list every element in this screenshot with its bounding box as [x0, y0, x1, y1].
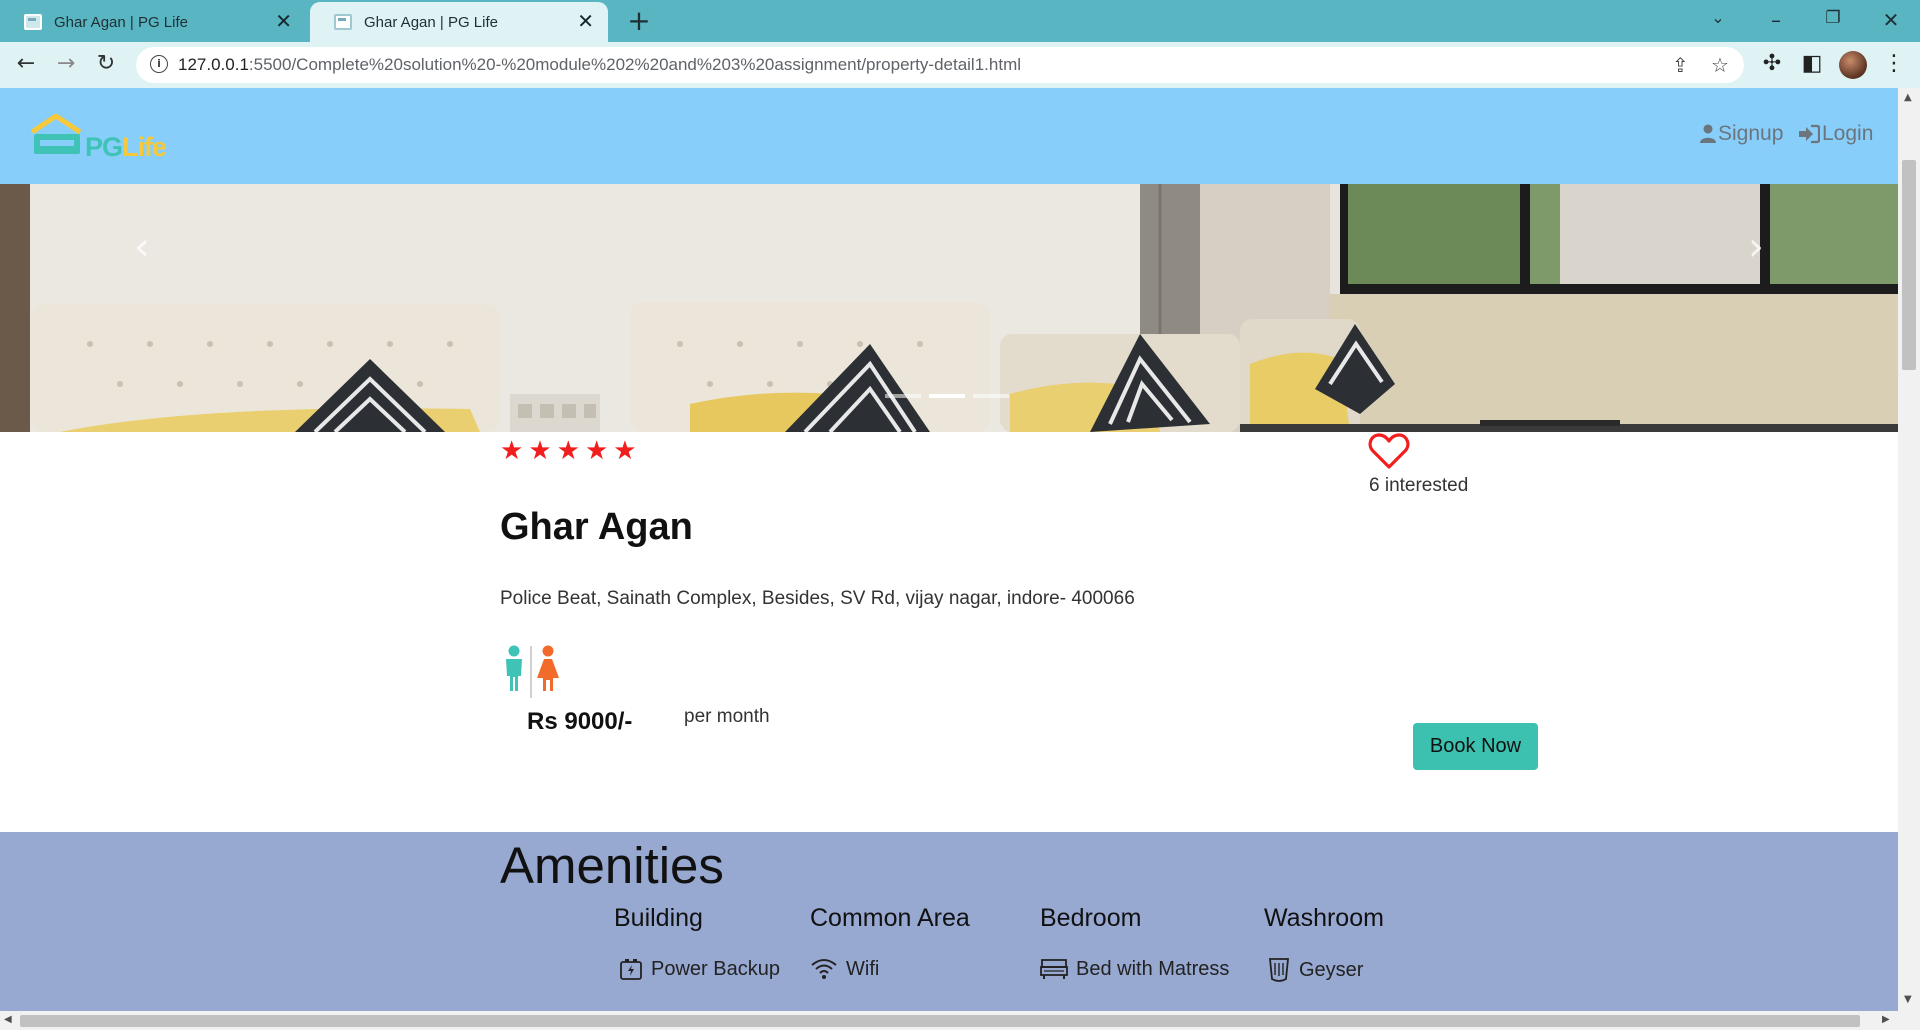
star-icon: ★: [613, 436, 637, 466]
scroll-left-arrow-icon[interactable]: ◀: [4, 1014, 12, 1025]
page-favicon-icon: [334, 14, 352, 30]
signup-link[interactable]: Signup: [1700, 122, 1783, 146]
power-backup-icon: [620, 959, 642, 980]
amenity-heading: Washroom: [1264, 904, 1384, 932]
tab-search-chevron-icon[interactable]: ⌄: [1698, 8, 1738, 27]
book-now-button[interactable]: Book Now: [1413, 723, 1538, 770]
rent-price: Rs 9000/-: [527, 708, 633, 735]
rent-period: per month: [684, 706, 770, 727]
star-icon: ★: [528, 436, 552, 466]
unisex-gender-icon: [500, 644, 562, 700]
amenity-column-bedroom: Bedroom Bed with Matress: [1040, 904, 1229, 981]
amenities-section: Amenities Building Power Backup Common A…: [0, 832, 1898, 1011]
extensions-puzzle-icon[interactable]: ✣: [1758, 51, 1786, 76]
wifi-icon: [811, 959, 837, 979]
forward-arrow-icon[interactable]: →: [50, 48, 82, 80]
interested-count: 6 interested: [1369, 475, 1469, 496]
amenity-label: Bed with Matress: [1076, 957, 1230, 980]
property-name: Ghar Agan: [500, 506, 693, 548]
page-viewport: PGLife Signup Login ‹ › ★ ★ ★ ★ ★ 6 inte…: [0, 88, 1898, 1011]
carousel-indicator[interactable]: [885, 394, 921, 398]
vertical-scroll-thumb[interactable]: [1902, 160, 1916, 370]
logo-wordmark: PGLife: [85, 132, 167, 162]
bed-icon: [1040, 959, 1068, 979]
browser-tab-active[interactable]: Ghar Agan | PG Life ✕: [310, 2, 608, 42]
vertical-scrollbar[interactable]: ▲ ▼: [1898, 88, 1920, 1011]
address-bar[interactable]: i 127.0.0.1:5500/Complete%20solution%20-…: [136, 47, 1744, 83]
page-favicon-icon: [24, 14, 42, 30]
amenity-heading: Building: [614, 904, 703, 932]
amenity-item: Geyser: [1267, 957, 1384, 983]
amenity-label: Geyser: [1299, 958, 1364, 981]
minimize-window-button[interactable]: –: [1756, 8, 1796, 32]
login-label: Login: [1822, 122, 1874, 145]
browser-tab[interactable]: Ghar Agan | PG Life ✕: [0, 2, 306, 42]
reload-icon[interactable]: ↻: [90, 48, 122, 80]
amenity-item: Power Backup: [619, 957, 780, 981]
amenity-label: Wifi: [846, 957, 880, 980]
side-panel-icon[interactable]: ◧: [1798, 51, 1826, 76]
browser-toolbar: ← → ↻ i 127.0.0.1:5500/Complete%20soluti…: [0, 42, 1920, 88]
signup-label: Signup: [1718, 122, 1784, 145]
horizontal-scroll-thumb[interactable]: [20, 1015, 1860, 1027]
new-tab-button[interactable]: +: [622, 6, 656, 36]
amenity-label: Power Backup: [651, 957, 780, 980]
sign-in-icon: [1799, 124, 1820, 144]
heart-icon: [1368, 433, 1410, 469]
carousel-prev-icon[interactable]: ‹: [112, 224, 172, 270]
rating-stars: ★ ★ ★ ★ ★: [500, 438, 637, 464]
site-info-icon[interactable]: i: [150, 55, 168, 73]
amenities-title: Amenities: [500, 837, 724, 894]
amenity-heading: Bedroom: [1040, 904, 1142, 932]
browser-tab-strip: Ghar Agan | PG Life ✕ Ghar Agan | PG Lif…: [0, 0, 1920, 42]
tab-title: Ghar Agan | PG Life: [364, 13, 498, 31]
restore-window-button[interactable]: ❐: [1813, 8, 1853, 28]
horizontal-scrollbar[interactable]: ◀ ▶: [0, 1011, 1920, 1030]
scroll-down-arrow-icon[interactable]: ▼: [1904, 994, 1912, 1005]
property-address: Police Beat, Sainath Complex, Besides, S…: [500, 588, 1135, 609]
pg-life-logo[interactable]: PGLife: [30, 113, 190, 164]
scroll-right-arrow-icon[interactable]: ▶: [1882, 1014, 1890, 1025]
carousel-next-icon[interactable]: ›: [1726, 224, 1786, 270]
property-image-carousel[interactable]: ‹ ›: [0, 184, 1898, 432]
geyser-icon: [1269, 958, 1289, 982]
amenity-heading: Common Area: [810, 904, 970, 932]
carousel-indicators: [885, 394, 1009, 398]
close-window-button[interactable]: ✕: [1871, 8, 1911, 32]
scroll-up-arrow-icon[interactable]: ▲: [1904, 92, 1912, 103]
amenity-column-common-area: Common Area Wifi: [810, 904, 970, 981]
amenity-column-building: Building Power Backup: [614, 904, 780, 981]
star-icon: ★: [500, 436, 524, 466]
profile-avatar[interactable]: [1839, 51, 1867, 79]
amenity-item: Wifi: [810, 957, 970, 981]
url-text[interactable]: 127.0.0.1:5500/Complete%20solution%20-%2…: [178, 55, 1021, 75]
share-icon[interactable]: ⇪: [1672, 53, 1689, 77]
login-link[interactable]: Login: [1798, 122, 1873, 146]
site-navbar: PGLife Signup Login: [0, 88, 1898, 184]
browser-menu-icon[interactable]: ⋮: [1880, 51, 1908, 76]
carousel-indicator-active[interactable]: [929, 394, 965, 398]
user-icon: [1700, 124, 1716, 143]
amenity-item: Bed with Matress: [1040, 957, 1229, 981]
close-tab-icon[interactable]: ✕: [577, 12, 594, 32]
house-logo-icon: [30, 113, 82, 154]
close-tab-icon[interactable]: ✕: [275, 12, 292, 32]
star-icon: ★: [584, 436, 609, 466]
carousel-indicator[interactable]: [973, 394, 1009, 398]
interested-heart-button[interactable]: [1368, 432, 1410, 474]
star-icon: ★: [556, 436, 580, 466]
amenity-column-washroom: Washroom Geyser: [1264, 904, 1384, 983]
tab-title: Ghar Agan | PG Life: [54, 13, 188, 31]
back-arrow-icon[interactable]: ←: [10, 48, 42, 80]
bookmark-star-icon[interactable]: ☆: [1711, 53, 1729, 77]
